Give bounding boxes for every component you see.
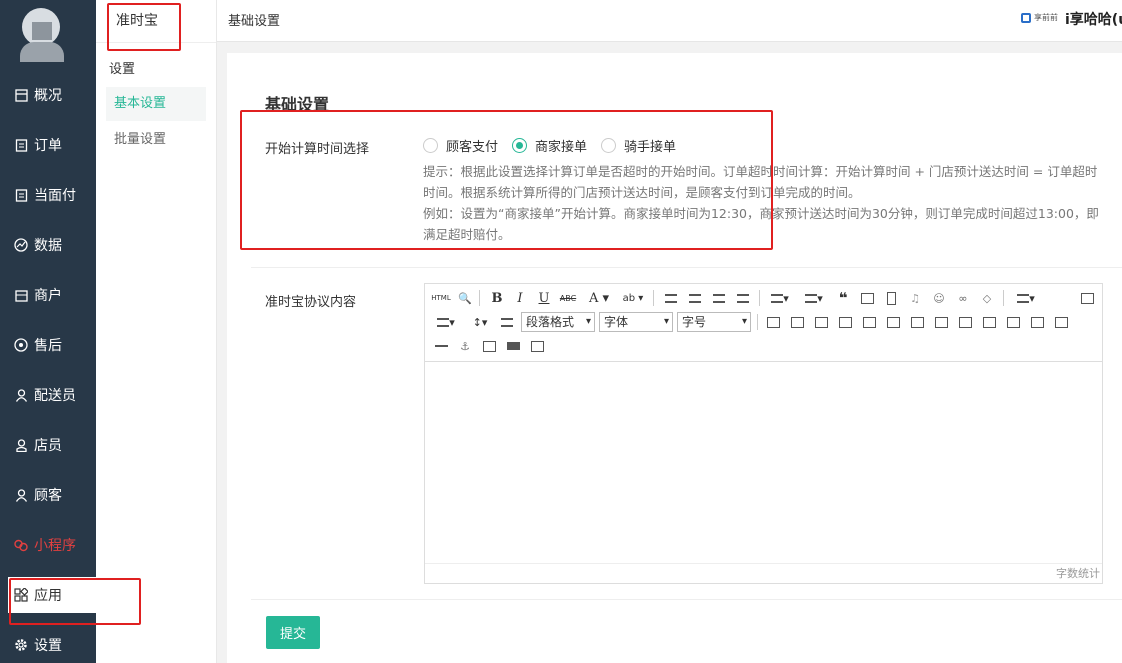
submit-button[interactable]: 提交: [266, 616, 320, 649]
nav-item-customer[interactable]: 顾客: [0, 477, 96, 513]
chart-icon: [14, 238, 28, 252]
sub-nav-item-basic[interactable]: 基本设置: [106, 87, 206, 121]
paragraph-spacing-icon[interactable]: ▾: [431, 312, 461, 332]
brand-logo: 享前前: [1021, 12, 1058, 23]
align-left-icon[interactable]: [661, 288, 681, 308]
italic-icon[interactable]: I: [510, 288, 530, 308]
align-right-icon[interactable]: [709, 288, 729, 308]
background-icon[interactable]: [479, 336, 499, 356]
emoji-icon[interactable]: ☺: [929, 288, 949, 308]
delete-col-icon[interactable]: [907, 312, 927, 332]
image-icon[interactable]: [857, 288, 877, 308]
insert-caption-icon[interactable]: [811, 312, 831, 332]
nav-item-settings[interactable]: 设置: [0, 627, 96, 663]
divider: [251, 599, 1122, 600]
store-icon: [14, 288, 28, 302]
split-rows-icon[interactable]: [1027, 312, 1047, 332]
nav-item-overview[interactable]: 概况: [0, 77, 96, 113]
anchor-icon[interactable]: ⚓: [455, 336, 475, 356]
nav-item-aftersale[interactable]: 售后: [0, 327, 96, 363]
main-nav: 概况 订单 当面付 数据 商户 售后 配送员 店员 顾客 小程序 应用 设置: [0, 0, 96, 663]
table-properties-icon[interactable]: [787, 312, 807, 332]
horizontal-rule-icon[interactable]: [431, 336, 451, 356]
merge-cells-icon[interactable]: [931, 312, 951, 332]
paste-plain-icon[interactable]: [527, 336, 547, 356]
page-title: 基础设置: [228, 14, 281, 29]
line-height-icon[interactable]: ↕▾: [465, 312, 495, 332]
dashboard-icon: [14, 88, 28, 102]
courier-icon: [14, 388, 28, 402]
blockquote-icon[interactable]: ❝: [833, 288, 853, 308]
music-icon[interactable]: ♫: [905, 288, 925, 308]
annotation-box: [240, 110, 773, 250]
print-icon[interactable]: [503, 336, 523, 356]
highlight-icon[interactable]: ab ▾: [619, 288, 647, 308]
nav-item-merchant[interactable]: 商户: [0, 277, 96, 313]
align-justify-icon[interactable]: [733, 288, 753, 308]
font-color-icon[interactable]: A ▾: [585, 288, 613, 308]
merge-right-icon[interactable]: [955, 312, 975, 332]
video-icon[interactable]: [881, 288, 901, 308]
customer-icon: [14, 488, 28, 502]
bold-icon[interactable]: B: [487, 288, 507, 308]
font-family-select[interactable]: 字体: [599, 312, 673, 332]
user-name[interactable]: i享哈哈(u: [1065, 9, 1122, 29]
html-source-button[interactable]: HTML: [429, 288, 453, 308]
aftersale-icon: [14, 338, 28, 352]
underline-icon[interactable]: U: [534, 288, 554, 308]
insert-table-icon[interactable]: [763, 312, 783, 332]
clerk-icon: [14, 438, 28, 452]
sub-nav: 准时宝 设置 基本设置 批量设置: [96, 0, 217, 663]
split-cols-icon[interactable]: [1051, 312, 1071, 332]
word-count: 字数统计: [425, 563, 1102, 583]
split-cells-icon[interactable]: [1003, 312, 1023, 332]
row-spacing-icon[interactable]: ▾: [1011, 288, 1041, 308]
nav-item-orders[interactable]: 订单: [0, 127, 96, 163]
nav-item-facepay[interactable]: 当面付: [0, 177, 96, 213]
avatar[interactable]: [14, 6, 70, 62]
fullscreen-icon[interactable]: [1077, 288, 1097, 308]
annotation-box: [107, 3, 181, 51]
nav-item-miniprogram[interactable]: 小程序: [0, 527, 96, 563]
editor-toolbar: HTML 🔍 B I U ABC A ▾ ab ▾ ▾ ▾ ❝ ♫ ☺ ∞ ◇: [425, 284, 1102, 362]
nav-item-courier[interactable]: 配送员: [0, 377, 96, 413]
insert-row-icon[interactable]: [835, 312, 855, 332]
gear-icon: [14, 638, 28, 652]
unordered-list-icon[interactable]: ▾: [799, 288, 829, 308]
agreement-label: 准时宝协议内容: [265, 295, 357, 310]
nav-item-data[interactable]: 数据: [0, 227, 96, 263]
miniprogram-icon: [14, 538, 28, 552]
preview-icon[interactable]: 🔍: [455, 288, 475, 308]
logo-icon: [1021, 12, 1031, 23]
pay-icon: [14, 188, 28, 202]
align-center-icon[interactable]: [685, 288, 705, 308]
sub-nav-item-batch[interactable]: 批量设置: [106, 123, 206, 157]
font-size-select[interactable]: 字号: [677, 312, 751, 332]
ordered-list-icon[interactable]: ▾: [765, 288, 795, 308]
rich-text-editor[interactable]: HTML 🔍 B I U ABC A ▾ ab ▾ ▾ ▾ ❝ ♫ ☺ ∞ ◇: [424, 283, 1103, 584]
top-bar: 基础设置 享前前 i享哈哈(u: [217, 0, 1122, 42]
delete-row-icon[interactable]: [859, 312, 879, 332]
indent-icon[interactable]: [497, 312, 517, 332]
sub-nav-group: 设置: [109, 62, 136, 77]
insert-col-icon[interactable]: [883, 312, 903, 332]
paragraph-format-select[interactable]: 段落格式: [521, 312, 595, 332]
divider: [251, 267, 1122, 268]
eraser-icon[interactable]: ◇: [977, 288, 997, 308]
strikethrough-icon[interactable]: ABC: [558, 288, 578, 308]
link-icon[interactable]: ∞: [953, 288, 973, 308]
nav-item-clerk[interactable]: 店员: [0, 427, 96, 463]
order-icon: [14, 138, 28, 152]
merge-down-icon[interactable]: [979, 312, 999, 332]
annotation-box: [9, 578, 141, 625]
